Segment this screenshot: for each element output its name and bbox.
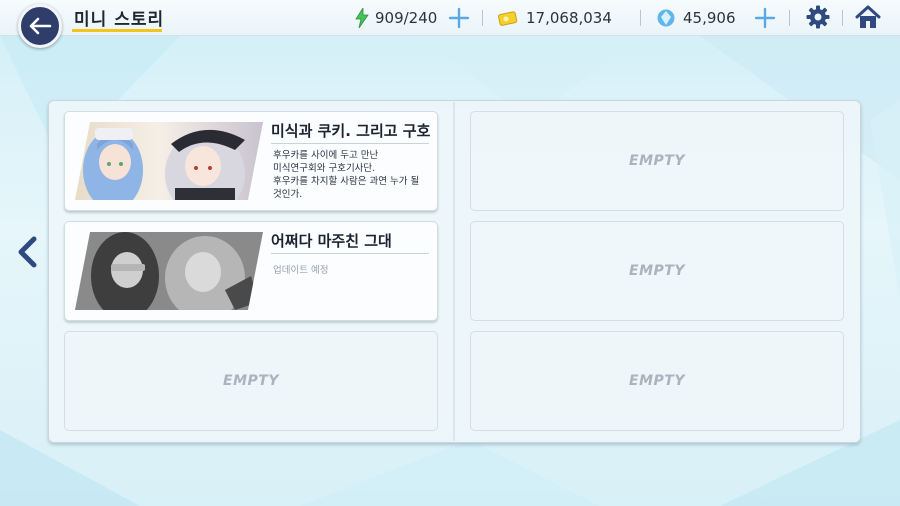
empty-slot: EMPTY: [64, 331, 438, 431]
title-underline: [72, 29, 162, 32]
stamina-value: 909/240: [375, 9, 438, 27]
add-stamina-button[interactable]: [448, 7, 470, 29]
empty-label: EMPTY: [629, 373, 685, 389]
story-status-2: 업데이트 예정: [273, 265, 329, 276]
currency-value: 17,068,034: [526, 9, 612, 27]
ticket-coin-icon: [498, 11, 518, 26]
story-card-2[interactable]: 어쩌다 마주친 그대 업데이트 예정: [64, 221, 438, 321]
separator: [842, 10, 843, 26]
page-title: 미니 스토리: [74, 10, 165, 30]
add-gems-button[interactable]: [754, 7, 776, 29]
panel-divider: [453, 102, 455, 441]
crystal-icon: [657, 9, 675, 27]
gem-value: 45,906: [683, 9, 736, 27]
empty-slot: EMPTY: [470, 221, 844, 321]
arrow-left-icon: [29, 17, 52, 35]
home-icon[interactable]: [855, 5, 881, 29]
back-button[interactable]: [18, 4, 62, 48]
lightning-icon: [355, 8, 369, 28]
settings-gear-icon[interactable]: [806, 5, 830, 29]
previous-page-arrow[interactable]: [16, 236, 40, 268]
title-divider: [271, 253, 429, 254]
story-card-1[interactable]: 미식과 쿠키. 그리고 구호 후우카를 사이에 두고 만난 미식연구회와 구호기…: [64, 111, 438, 211]
empty-label: EMPTY: [629, 263, 685, 279]
story-thumbnail-2: [75, 232, 263, 310]
separator: [640, 10, 641, 26]
story-title-1: 미식과 쿠키. 그리고 구호: [271, 122, 431, 140]
title-divider: [271, 143, 429, 144]
story-description-1: 후우카를 사이에 두고 만난 미식연구회와 구호기사단. 후우카를 차지할 사람…: [273, 150, 420, 200]
separator: [482, 10, 483, 26]
story-thumbnail-1: [75, 122, 263, 200]
empty-slot: EMPTY: [470, 111, 844, 211]
empty-label: EMPTY: [223, 373, 279, 389]
story-title-2: 어쩌다 마주친 그대: [271, 232, 392, 250]
empty-label: EMPTY: [629, 153, 685, 169]
empty-slot: EMPTY: [470, 331, 844, 431]
gem-counter: 45,906: [657, 7, 736, 29]
separator: [789, 10, 790, 26]
stamina-counter: 909/240: [355, 7, 437, 29]
currency-counter: 17,068,034: [498, 7, 612, 29]
